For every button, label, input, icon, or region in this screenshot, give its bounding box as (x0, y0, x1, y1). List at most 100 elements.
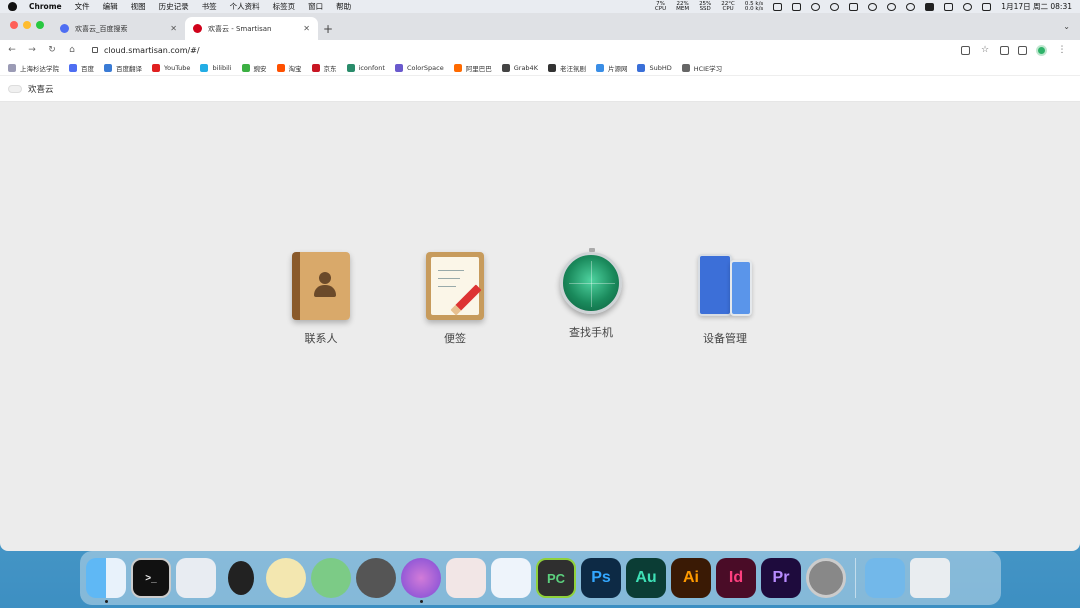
side-panel-icon[interactable] (1018, 45, 1027, 55)
extensions-icon[interactable] (1000, 45, 1009, 55)
zoom-window-button[interactable] (36, 21, 44, 29)
planet-app-icon[interactable] (401, 558, 441, 603)
menu-file[interactable]: 文件 (75, 1, 90, 12)
qq-icon[interactable] (221, 558, 261, 598)
new-tab-button[interactable]: + (318, 17, 338, 40)
bookmark-item[interactable]: 百度 (69, 63, 94, 73)
close-tab-icon[interactable]: ✕ (303, 24, 310, 33)
close-tab-icon[interactable]: ✕ (170, 24, 177, 33)
premiere-icon[interactable]: Pr (761, 558, 801, 598)
photoshop-icon[interactable]: Ps (581, 558, 621, 598)
reload-button[interactable]: ↻ (46, 45, 58, 55)
mockup-app-icon[interactable] (446, 558, 486, 598)
mute-icon[interactable] (849, 2, 859, 11)
contacts-icon[interactable] (292, 252, 350, 320)
menu-view[interactable]: 视图 (131, 1, 146, 12)
app-contacts[interactable]: 联系人 (261, 252, 381, 346)
find-phone-icon[interactable] (560, 248, 622, 314)
control-icon[interactable] (887, 2, 897, 11)
forward-button[interactable]: → (26, 45, 38, 55)
airdrop-icon[interactable] (811, 2, 821, 11)
bookmark-item[interactable]: YouTube (152, 63, 190, 72)
menu-edit[interactable]: 编辑 (103, 1, 118, 12)
tab-smartisan-cloud[interactable]: 欢喜云 - Smartisan ✕ (185, 17, 318, 40)
site-name[interactable]: 欢喜云 (28, 83, 54, 95)
app-label[interactable]: 联系人 (261, 330, 381, 346)
bookmark-item[interactable]: ColorSpace (394, 63, 444, 72)
home-button[interactable]: ⌂ (66, 45, 78, 55)
window-controls (10, 21, 44, 29)
menu-bookmarks[interactable]: 书签 (202, 1, 217, 12)
siri-icon[interactable] (906, 2, 916, 11)
cloud-logo-icon[interactable] (8, 84, 22, 93)
window-manager-icon[interactable] (792, 2, 802, 11)
back-button[interactable]: ← (6, 45, 18, 55)
device-management-icon[interactable] (696, 252, 754, 320)
pycharm-icon[interactable]: PC (536, 558, 576, 598)
indesign-icon[interactable]: Id (716, 558, 756, 598)
mem-stat[interactable]: 22% MEM (676, 1, 689, 12)
temp-stat[interactable]: 22°C CPU (721, 1, 735, 12)
bookmark-item[interactable]: 百度翻译 (104, 63, 142, 73)
address-bar[interactable]: cloud.smartisan.com/#/ (86, 42, 953, 58)
app-device-management[interactable]: 设备管理 (665, 252, 785, 346)
more-menu-icon[interactable]: ⋮ (1056, 45, 1068, 55)
menu-tabs[interactable]: 标签页 (273, 1, 296, 12)
game-controller-icon[interactable] (356, 558, 396, 598)
menubar-clock[interactable]: 1月17日 周二 08:31 (1001, 1, 1072, 12)
android-icon[interactable] (311, 558, 351, 598)
ssd-stat[interactable]: 25% SSD (699, 1, 711, 12)
bookmark-item[interactable]: SubHD (637, 63, 672, 72)
tab-baidu-search[interactable]: 欢喜云_百度搜索 ✕ (52, 17, 185, 40)
app-label[interactable]: 设备管理 (665, 330, 785, 346)
illustrator-icon[interactable]: Ai (671, 558, 711, 598)
minimize-window-button[interactable] (23, 21, 31, 29)
app-notes[interactable]: 便签 (395, 252, 515, 346)
lock-icon[interactable] (92, 47, 98, 53)
launchpad-icon[interactable] (176, 558, 216, 598)
menu-profiles[interactable]: 个人资料 (230, 1, 260, 12)
bookmark-item[interactable]: 淘宝 (276, 63, 302, 73)
app-find-phone[interactable]: 查找手机 (531, 248, 651, 340)
baidu-netdisk-icon[interactable] (491, 558, 531, 598)
spotlight-search-icon[interactable] (868, 2, 878, 11)
notes-icon[interactable] (426, 252, 484, 320)
bookmark-item[interactable]: 豌安 (241, 63, 267, 73)
terminal-icon[interactable]: >_ (131, 558, 171, 598)
bookmark-item[interactable]: bilibili (200, 63, 232, 72)
bookmark-star-icon[interactable]: ☆ (979, 45, 991, 55)
screen-mirror-icon[interactable] (773, 2, 783, 11)
wifi-icon[interactable] (963, 2, 973, 11)
cpu-stat[interactable]: 7% CPU (655, 1, 666, 12)
app-label[interactable]: 便签 (395, 330, 515, 346)
cat-app-icon[interactable] (266, 558, 306, 598)
bookmark-item[interactable]: 片源网 (595, 63, 627, 73)
menu-help[interactable]: 帮助 (336, 1, 351, 12)
menu-app-name[interactable]: Chrome (29, 2, 62, 11)
bookmark-item[interactable]: 上海杉达学院 (8, 63, 59, 73)
audition-icon[interactable]: Au (626, 558, 666, 598)
trash-icon[interactable] (910, 558, 950, 598)
app-label[interactable]: 查找手机 (531, 324, 651, 340)
share-icon[interactable] (961, 45, 970, 55)
downloads-folder-icon[interactable] (865, 558, 905, 598)
profile-avatar[interactable] (1036, 44, 1047, 56)
menu-history[interactable]: 历史记录 (159, 1, 189, 12)
menu-window[interactable]: 窗口 (308, 1, 323, 12)
bookmark-item[interactable]: 阿里巴巴 (453, 63, 492, 73)
system-preferences-icon[interactable] (806, 558, 846, 598)
play-icon[interactable] (830, 2, 840, 11)
bookmark-item[interactable]: 老汪氛剧 (547, 63, 586, 73)
bookmark-item[interactable]: Grab4K (501, 63, 538, 72)
bluetooth-icon[interactable] (944, 2, 954, 11)
bookmark-item[interactable]: iconfont (346, 63, 385, 72)
apple-menu-icon[interactable] (8, 2, 17, 11)
tab-search-chevron-icon[interactable]: ⌄ (1063, 22, 1070, 31)
input-method-icon[interactable] (925, 2, 935, 11)
control-center-icon[interactable] (982, 2, 992, 11)
close-window-button[interactable] (10, 21, 18, 29)
bookmark-item[interactable]: HCIE学习 (681, 63, 722, 73)
network-stat[interactable]: 0.5 k/s 0.0 k/s (745, 1, 763, 12)
finder-icon[interactable] (86, 558, 126, 603)
bookmark-item[interactable]: 京东 (311, 63, 337, 73)
